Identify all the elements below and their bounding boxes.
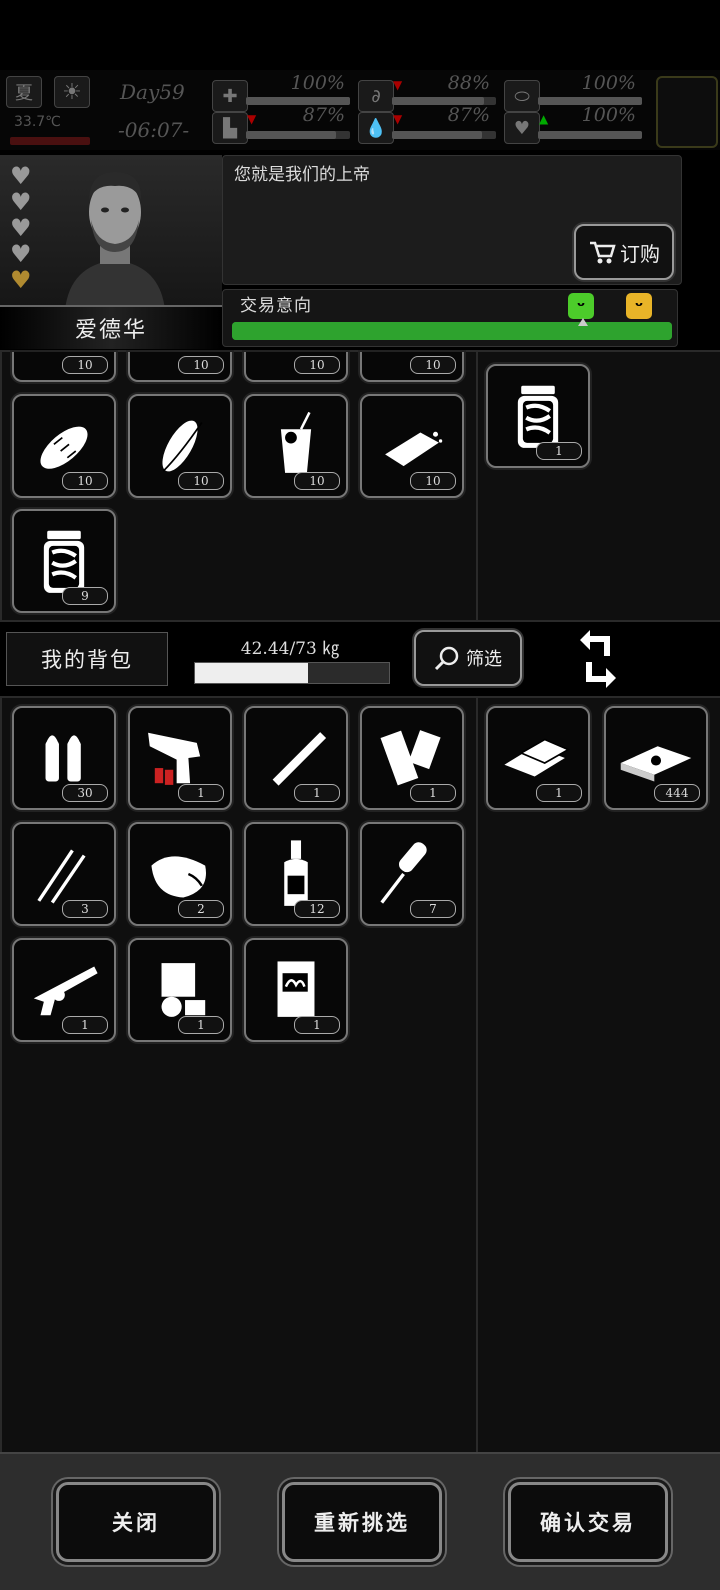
- heart-gold-icon: ♥: [10, 266, 32, 294]
- dialog-text: 您就是我们的上帝: [234, 165, 370, 185]
- bag-item-slot[interactable]: 1: [12, 938, 116, 1042]
- stat-thirst-bar: [392, 131, 496, 139]
- item-count: 1: [178, 784, 224, 802]
- trade-intent-label: 交易意向: [240, 296, 312, 316]
- sun-icon: ☀: [54, 76, 90, 108]
- item-count: 444: [654, 784, 700, 802]
- heart-icon: ♥: [10, 214, 32, 242]
- bag-item-slot[interactable]: 1: [128, 706, 232, 810]
- clock: -06:07-: [118, 118, 190, 142]
- merchant-item-slot-partial[interactable]: 10: [12, 352, 116, 382]
- item-count: 10: [410, 472, 456, 490]
- item-count: 10: [294, 472, 340, 490]
- item-count: 1: [410, 784, 456, 802]
- medkit-icon: ✚: [212, 80, 248, 112]
- stat-heart-value: 100%: [581, 104, 636, 126]
- weight-bar: [194, 662, 390, 684]
- equipment-slot[interactable]: [656, 76, 718, 148]
- bag-offer-panel[interactable]: [476, 696, 720, 1456]
- green-smile-icon: ᵕ: [568, 293, 594, 319]
- close-button[interactable]: 关闭: [56, 1482, 216, 1562]
- bag-item-slot[interactable]: 3: [12, 822, 116, 926]
- heart-icon: ♥: [504, 112, 540, 144]
- merchant-item-slot-partial[interactable]: 10: [244, 352, 348, 382]
- reselect-button[interactable]: 重新挑选: [282, 1482, 442, 1562]
- stat-medicine-value: 100%: [581, 72, 636, 94]
- item-count: 10: [62, 356, 108, 374]
- item-count: 1: [294, 784, 340, 802]
- temperature-bar: [10, 137, 90, 145]
- weight-label: 42.44/73 ㎏: [240, 639, 340, 659]
- bag-item-slot[interactable]: 1: [128, 938, 232, 1042]
- merchant-avatar: [65, 172, 165, 310]
- yellow-grin-icon: ᵕ: [626, 293, 652, 319]
- item-count: 1: [294, 1016, 340, 1034]
- confirm-trade-button[interactable]: 确认交易: [508, 1482, 668, 1562]
- item-count: 30: [62, 784, 108, 802]
- heart-icon: ♥: [10, 162, 32, 190]
- bag-item-slot[interactable]: 1: [244, 938, 348, 1042]
- heart-icon: ♥: [10, 240, 32, 268]
- pill-icon: ⬭: [504, 80, 540, 112]
- stat-hunger-value: 88%: [447, 72, 490, 94]
- merchant-item-slot[interactable]: 10: [128, 394, 232, 498]
- affinity-hearts: ♥ ♥ ♥ ♥ ♥: [10, 162, 36, 295]
- stat-health-value: 100%: [290, 72, 345, 94]
- merchant-item-slot[interactable]: 10: [244, 394, 348, 498]
- bag-item-slot[interactable]: 1: [244, 706, 348, 810]
- heart-icon: ♥: [10, 188, 32, 216]
- item-count: 10: [62, 472, 108, 490]
- item-count: 10: [178, 472, 224, 490]
- item-count: 1: [62, 1016, 108, 1034]
- merchant-item-slot[interactable]: 9: [12, 509, 116, 613]
- bag-item-slot[interactable]: 7: [360, 822, 464, 926]
- water-drop-icon: 💧: [358, 112, 394, 144]
- temperature: 33.7℃: [14, 114, 61, 130]
- day-counter: Day59: [120, 80, 185, 104]
- item-count: 10: [294, 356, 340, 374]
- trade-intent-bar: [232, 322, 672, 340]
- item-count: 1: [178, 1016, 224, 1034]
- item-count: 12: [294, 900, 340, 918]
- item-count: 1: [536, 442, 582, 460]
- item-count: 9: [62, 587, 108, 605]
- stomach-icon: ∂: [358, 80, 394, 112]
- bag-item-slot[interactable]: 30: [12, 706, 116, 810]
- bag-offer-slot[interactable]: 1: [486, 706, 590, 810]
- stat-heart-bar: [538, 131, 642, 139]
- trade-marker-icon: [578, 318, 588, 326]
- merchant-name: 爱德华: [0, 305, 222, 349]
- swap-arrows-icon[interactable]: [570, 628, 626, 690]
- item-count: 10: [410, 356, 456, 374]
- bag-inventory-panel[interactable]: [0, 696, 478, 1456]
- bag-item-slot[interactable]: 1: [360, 706, 464, 810]
- stat-mood-value: 87%: [302, 104, 345, 126]
- boot-icon: ▙: [212, 112, 248, 144]
- bag-offer-slot[interactable]: 444: [604, 706, 708, 810]
- merchant-item-slot-partial[interactable]: 10: [360, 352, 464, 382]
- season-icon: 夏: [6, 76, 42, 108]
- bag-title: 我的背包: [6, 632, 168, 686]
- merchant-item-slot-partial[interactable]: 10: [128, 352, 232, 382]
- merchant-offer-slot[interactable]: 1: [486, 364, 590, 468]
- merchant-item-slot[interactable]: 10: [12, 394, 116, 498]
- shopping-cart-icon: [590, 241, 616, 264]
- item-count: 10: [178, 356, 224, 374]
- bag-item-slot[interactable]: 12: [244, 822, 348, 926]
- magnifier-icon: [434, 646, 459, 671]
- item-count: 1: [536, 784, 582, 802]
- bag-item-slot[interactable]: 2: [128, 822, 232, 926]
- order-label: 订购: [620, 241, 660, 266]
- item-count: 2: [178, 900, 224, 918]
- item-count: 3: [62, 900, 108, 918]
- stat-thirst-value: 87%: [447, 104, 490, 126]
- filter-label: 筛选: [466, 649, 502, 670]
- filter-button[interactable]: 筛选: [414, 630, 522, 686]
- season-label: 夏: [15, 83, 33, 104]
- item-count: 7: [410, 900, 456, 918]
- merchant-item-slot[interactable]: 10: [360, 394, 464, 498]
- order-button[interactable]: 订购: [574, 224, 674, 280]
- stat-mood-bar: [246, 131, 350, 139]
